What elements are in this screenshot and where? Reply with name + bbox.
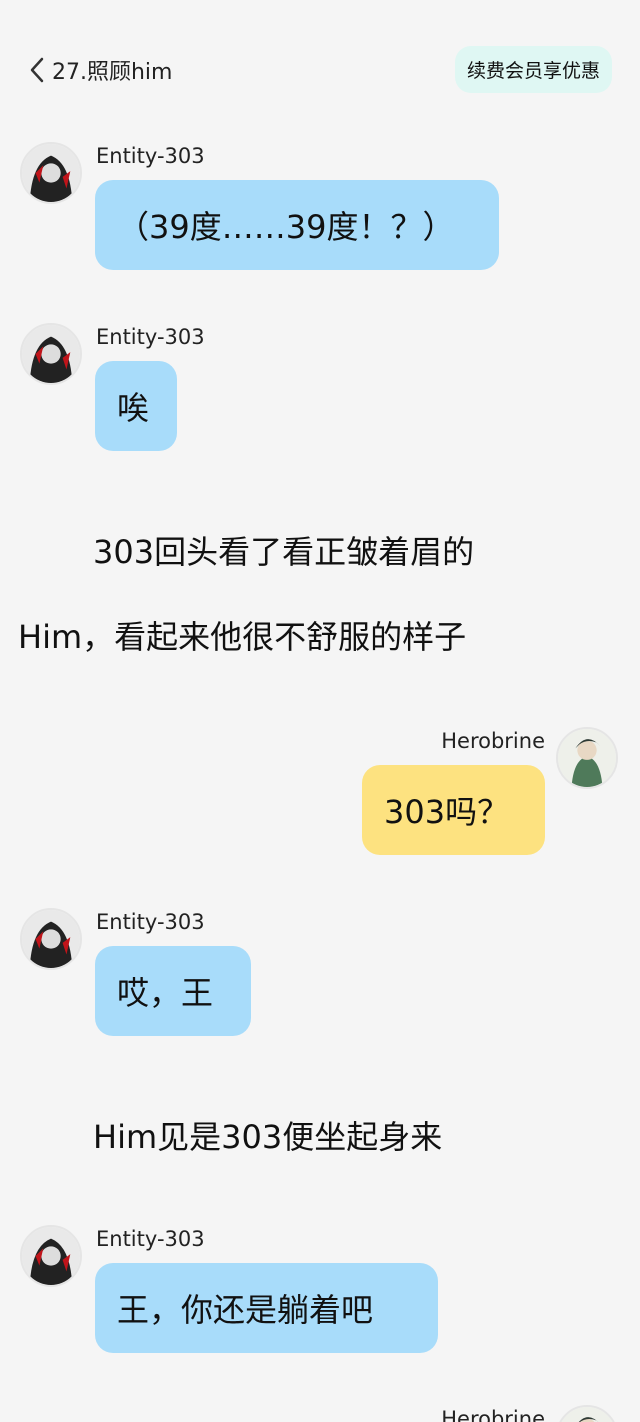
sender-name: Herobrine [441, 1407, 545, 1422]
message-bubble[interactable]: （39度……39度！？） [95, 180, 499, 270]
sender-name: Entity-303 [96, 1227, 205, 1251]
sender-name: Entity-303 [96, 144, 205, 168]
avatar-entity-303[interactable] [20, 1225, 82, 1287]
back-button[interactable]: 27.照顾him [30, 52, 172, 88]
sender-name: Entity-303 [96, 325, 205, 349]
avatar-herobrine[interactable] [556, 1405, 618, 1422]
sender-name: Entity-303 [96, 910, 205, 934]
vip-renew-button[interactable]: 续费会员享优惠 [454, 46, 612, 93]
message-bubble[interactable]: 303吗？ [362, 765, 545, 855]
narration-text: Him见是303便坐起身来 [93, 1118, 443, 1156]
avatar-entity-303[interactable] [20, 142, 82, 204]
avatar-entity-303[interactable] [20, 908, 82, 970]
sender-name: Herobrine [441, 729, 545, 753]
avatar-herobrine[interactable] [556, 727, 618, 789]
chapter-title: 27.照顾him [52, 60, 173, 85]
chevron-left-icon [30, 57, 44, 83]
message-bubble[interactable]: 唉 [95, 361, 177, 451]
avatar-entity-303[interactable] [20, 323, 82, 385]
header: 27.照顾him 续费会员享优惠 [0, 0, 640, 140]
message-bubble[interactable]: 哎，王 [95, 946, 251, 1036]
message-bubble[interactable]: 王，你还是躺着吧 [95, 1263, 438, 1353]
narration-text: Him，看起来他很不舒服的样子 [18, 618, 467, 656]
narration-text: 303回头看了看正皱着眉的 [93, 533, 475, 571]
